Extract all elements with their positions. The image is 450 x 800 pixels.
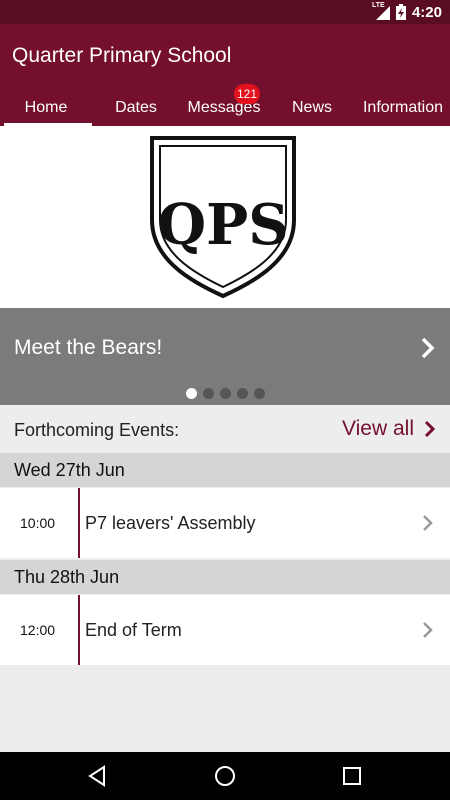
tab-label: Information [362, 98, 444, 116]
home-icon[interactable] [213, 764, 237, 788]
event-time: 12:00 [20, 622, 56, 638]
carousel-dot[interactable] [186, 388, 197, 399]
day-date: Wed 27th Jun [14, 459, 125, 480]
system-nav-bar [0, 752, 450, 800]
tab-news[interactable]: News [268, 89, 356, 126]
back-icon[interactable] [86, 764, 110, 788]
event-divider [78, 595, 80, 665]
chevron-right-icon[interactable] [418, 334, 438, 362]
crest-monogram: QPS [157, 192, 288, 258]
events-header: Forthcoming Events: View all [0, 405, 450, 453]
carousel-dot[interactable] [203, 388, 214, 399]
chevron-right-icon [423, 622, 433, 638]
battery-icon [395, 4, 406, 20]
tab-home[interactable]: Home [0, 89, 92, 126]
carousel-title: Meet the Bears! [14, 336, 163, 359]
app-title: Quarter Primary School [12, 44, 232, 67]
recents-icon[interactable] [340, 764, 364, 788]
tab-information[interactable]: Information [356, 89, 450, 126]
event-title: P7 leavers' Assembly [85, 512, 256, 533]
tab-label: Dates [115, 98, 157, 116]
school-crest-logo: QPS [150, 136, 296, 299]
day-header: Thu 28th Jun [0, 560, 450, 594]
tab-bar: Home Dates Messages 121 News Information [0, 84, 450, 126]
view-all-label: View all [342, 417, 414, 440]
tab-messages[interactable]: Messages 121 [180, 84, 268, 126]
tab-label: Home [24, 98, 68, 116]
carousel-dot[interactable] [254, 388, 265, 399]
event-row[interactable]: 12:00 End of Term [0, 595, 450, 665]
carousel-dot[interactable] [220, 388, 231, 399]
clock: 4:20 [411, 3, 442, 21]
chevron-right-icon [423, 515, 433, 531]
event-title: End of Term [85, 619, 182, 640]
messages-count-badge: 121 [234, 84, 261, 104]
featured-carousel[interactable]: Meet the Bears! [0, 308, 450, 405]
app-bar: Quarter Primary School Home Dates Messag… [0, 24, 450, 126]
view-all-link[interactable]: View all [342, 417, 436, 441]
logo-banner: QPS [0, 126, 450, 308]
carousel-pagination [186, 388, 265, 399]
chevron-right-icon [424, 420, 436, 438]
event-time: 10:00 [20, 515, 56, 531]
status-bar: LTE 4:20 [0, 0, 450, 24]
carousel-dot[interactable] [237, 388, 248, 399]
tab-label: News [291, 98, 332, 116]
day-date: Thu 28th Jun [14, 566, 120, 587]
event-divider [78, 488, 80, 558]
day-header: Wed 27th Jun [0, 453, 450, 487]
tab-dates[interactable]: Dates [92, 89, 180, 126]
events-heading: Forthcoming Events: [14, 420, 180, 440]
event-row[interactable]: 10:00 P7 leavers' Assembly [0, 488, 450, 558]
lte-signal-icon: LTE [372, 2, 390, 20]
